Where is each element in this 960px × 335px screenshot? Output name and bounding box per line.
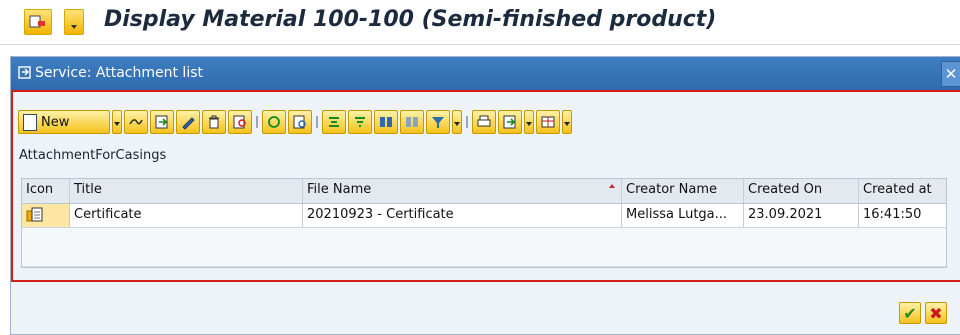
table-header: Icon Title File Name Creator Name Create… xyxy=(22,179,946,204)
filter-icon xyxy=(355,117,365,127)
column-header-creator-name[interactable]: Creator Name xyxy=(622,179,744,203)
filter-button[interactable] xyxy=(348,110,372,134)
window-icon xyxy=(18,66,31,79)
filter-funnel-icon xyxy=(432,117,444,128)
export-icon xyxy=(155,115,168,129)
binoculars-icon xyxy=(380,117,392,127)
dialog-content: New AttachmentForCasings Icon Title File… xyxy=(11,90,960,282)
export-list-button[interactable] xyxy=(498,110,522,134)
row-created-at: 16:41:50 xyxy=(863,207,922,222)
menu-button[interactable] xyxy=(24,9,52,35)
delete-icon xyxy=(209,115,219,129)
table-row[interactable]: Certificate 20210923 - Certificate Melis… xyxy=(22,204,946,228)
layout-icon xyxy=(541,116,555,128)
link-button[interactable] xyxy=(124,110,148,134)
cancel-button[interactable]: ✖ xyxy=(925,302,947,324)
toolbar-separator xyxy=(254,110,260,134)
layout-button[interactable] xyxy=(536,110,560,134)
details-button[interactable] xyxy=(288,110,312,134)
row-created-on: 23.09.2021 xyxy=(744,204,859,227)
row-creator-name: Melissa Lutga... xyxy=(622,204,744,227)
export-dropdown-button[interactable] xyxy=(524,110,534,134)
ok-button[interactable]: ✔ xyxy=(899,302,921,324)
filter-dropdown-button[interactable] xyxy=(452,110,462,134)
align-icon xyxy=(329,117,339,127)
toolbar: New xyxy=(18,109,572,135)
edit-icon xyxy=(182,117,195,130)
link-icon xyxy=(129,119,143,125)
page-title: Display Material 100-100 (Semi-finished … xyxy=(104,7,717,32)
refresh-button[interactable] xyxy=(262,110,286,134)
delete-button[interactable] xyxy=(202,110,226,134)
dialog-footer: ✔ ✖ xyxy=(899,302,947,324)
toolbar-separator xyxy=(464,110,470,134)
search-next-button[interactable] xyxy=(400,110,424,134)
column-header-title[interactable]: Title xyxy=(70,179,303,203)
dialog-header: Service: Attachment list ✕ xyxy=(11,57,960,90)
set-filter-button[interactable] xyxy=(426,110,450,134)
column-header-created-at[interactable]: Created at xyxy=(859,179,946,203)
close-button[interactable]: ✕ xyxy=(941,61,960,87)
row-icon-cell[interactable] xyxy=(22,204,70,227)
layout-dropdown-button[interactable] xyxy=(562,110,572,134)
find-next-icon xyxy=(406,117,418,127)
toolbar-separator xyxy=(314,110,320,134)
column-header-created-on[interactable]: Created On xyxy=(744,179,859,203)
details-icon xyxy=(293,115,306,129)
print-icon xyxy=(477,115,491,127)
new-dropdown-button[interactable] xyxy=(112,110,122,134)
find-button[interactable] xyxy=(228,110,252,134)
new-button-label: New xyxy=(41,114,70,130)
column-header-file-name[interactable]: File Name xyxy=(303,179,622,203)
window-title-bar: Display Material 100-100 (Semi-finished … xyxy=(0,0,960,45)
align-button[interactable] xyxy=(322,110,346,134)
export-button[interactable] xyxy=(150,110,174,134)
section-label: AttachmentForCasings xyxy=(19,148,167,163)
new-document-icon xyxy=(23,113,37,131)
print-button[interactable] xyxy=(472,110,496,134)
sort-indicator-icon xyxy=(609,184,615,188)
find-icon xyxy=(233,115,246,129)
new-button[interactable]: New xyxy=(18,110,110,134)
menu-icon xyxy=(29,15,45,28)
row-title: Certificate xyxy=(70,204,303,227)
empty-table-area xyxy=(22,228,946,267)
row-file-name: 20210923 - Certificate xyxy=(303,204,622,227)
column-header-file-name-label: File Name xyxy=(307,182,372,197)
menu-dropdown-button[interactable] xyxy=(64,9,84,35)
attachment-table: Icon Title File Name Creator Name Create… xyxy=(21,178,947,268)
dialog-title: Service: Attachment list xyxy=(35,65,203,81)
document-icon xyxy=(26,207,43,222)
edit-button[interactable] xyxy=(176,110,200,134)
search-button[interactable] xyxy=(374,110,398,134)
export-list-icon xyxy=(503,115,516,129)
column-header-icon[interactable]: Icon xyxy=(22,179,70,203)
attachment-list-dialog: Service: Attachment list ✕ New Attachmen… xyxy=(10,56,960,335)
refresh-icon xyxy=(268,116,280,128)
